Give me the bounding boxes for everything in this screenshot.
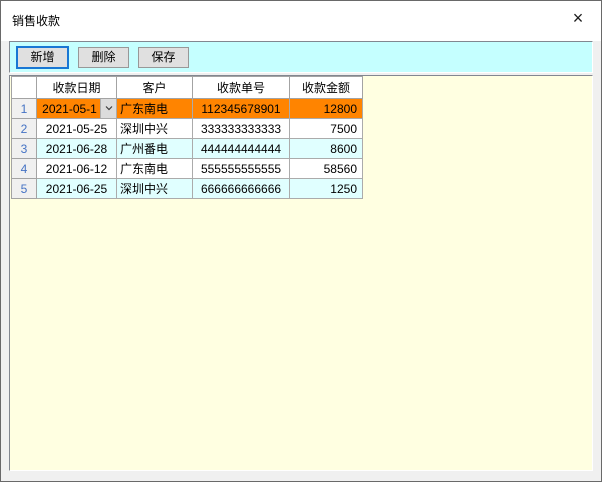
row-header[interactable]: 3 [12, 139, 37, 159]
column-header-date[interactable]: 收款日期 [37, 77, 117, 99]
cell-doc-no[interactable]: 333333333333 [193, 119, 290, 139]
row-header[interactable]: 5 [12, 179, 37, 199]
cell-amount[interactable]: 58560 [290, 159, 363, 179]
column-header-rownum[interactable] [12, 77, 37, 99]
cell-amount[interactable]: 8600 [290, 139, 363, 159]
cell-date-text: 2021-05-1 [42, 102, 97, 116]
add-button[interactable]: 新增 [16, 46, 69, 69]
cell-customer[interactable]: 深圳中兴 [117, 179, 193, 199]
cell-date[interactable]: 2021-06-25 [37, 179, 117, 199]
table-header-row: 收款日期 客户 收款单号 收款金额 [12, 77, 363, 99]
cell-doc-no[interactable]: 444444444444 [193, 139, 290, 159]
row-header[interactable]: 1 [12, 99, 37, 119]
delete-button[interactable]: 删除 [78, 47, 129, 68]
date-dropdown-button[interactable] [100, 99, 116, 118]
cell-customer[interactable]: 深圳中兴 [117, 119, 193, 139]
toolbar: 新增 删除 保存 [9, 41, 593, 73]
column-header-doc-no[interactable]: 收款单号 [193, 77, 290, 99]
table-row: 4 2021-06-12 广东南电 555555555555 58560 [12, 159, 363, 179]
table-row: 1 2021-05-1 广东南电 112345678901 12800 [12, 99, 363, 119]
cell-doc-no[interactable]: 666666666666 [193, 179, 290, 199]
column-header-customer[interactable]: 客户 [117, 77, 193, 99]
title-bar: 销售收款 × [1, 1, 601, 41]
table-row: 5 2021-06-25 深圳中兴 666666666666 1250 [12, 179, 363, 199]
chevron-down-icon [105, 106, 113, 111]
close-icon[interactable]: × [563, 5, 593, 31]
table-row: 3 2021-06-28 广州番电 444444444444 8600 [12, 139, 363, 159]
cell-amount[interactable]: 1250 [290, 179, 363, 199]
cell-customer[interactable]: 广东南电 [117, 159, 193, 179]
cell-date[interactable]: 2021-06-28 [37, 139, 117, 159]
column-header-amount[interactable]: 收款金额 [290, 77, 363, 99]
cell-date[interactable]: 2021-05-25 [37, 119, 117, 139]
receipts-table: 收款日期 客户 收款单号 收款金额 1 2021-05-1 广东南电 [11, 76, 363, 199]
page-title: 销售收款 [12, 12, 60, 29]
table-row: 2 2021-05-25 深圳中兴 333333333333 7500 [12, 119, 363, 139]
sales-receipt-window: 销售收款 × 新增 删除 保存 收款日期 客户 收款单号 收款金额 [0, 0, 602, 482]
cell-date[interactable]: 2021-06-12 [37, 159, 117, 179]
cell-doc-no[interactable]: 112345678901 [193, 99, 290, 119]
save-button[interactable]: 保存 [138, 47, 189, 68]
cell-customer[interactable]: 广东南电 [117, 99, 193, 119]
cell-amount[interactable]: 12800 [290, 99, 363, 119]
cell-date[interactable]: 2021-05-1 [37, 99, 117, 119]
cell-amount[interactable]: 7500 [290, 119, 363, 139]
row-header[interactable]: 2 [12, 119, 37, 139]
content-panel: 收款日期 客户 收款单号 收款金额 1 2021-05-1 广东南电 [9, 75, 593, 471]
row-header[interactable]: 4 [12, 159, 37, 179]
cell-customer[interactable]: 广州番电 [117, 139, 193, 159]
cell-doc-no[interactable]: 555555555555 [193, 159, 290, 179]
